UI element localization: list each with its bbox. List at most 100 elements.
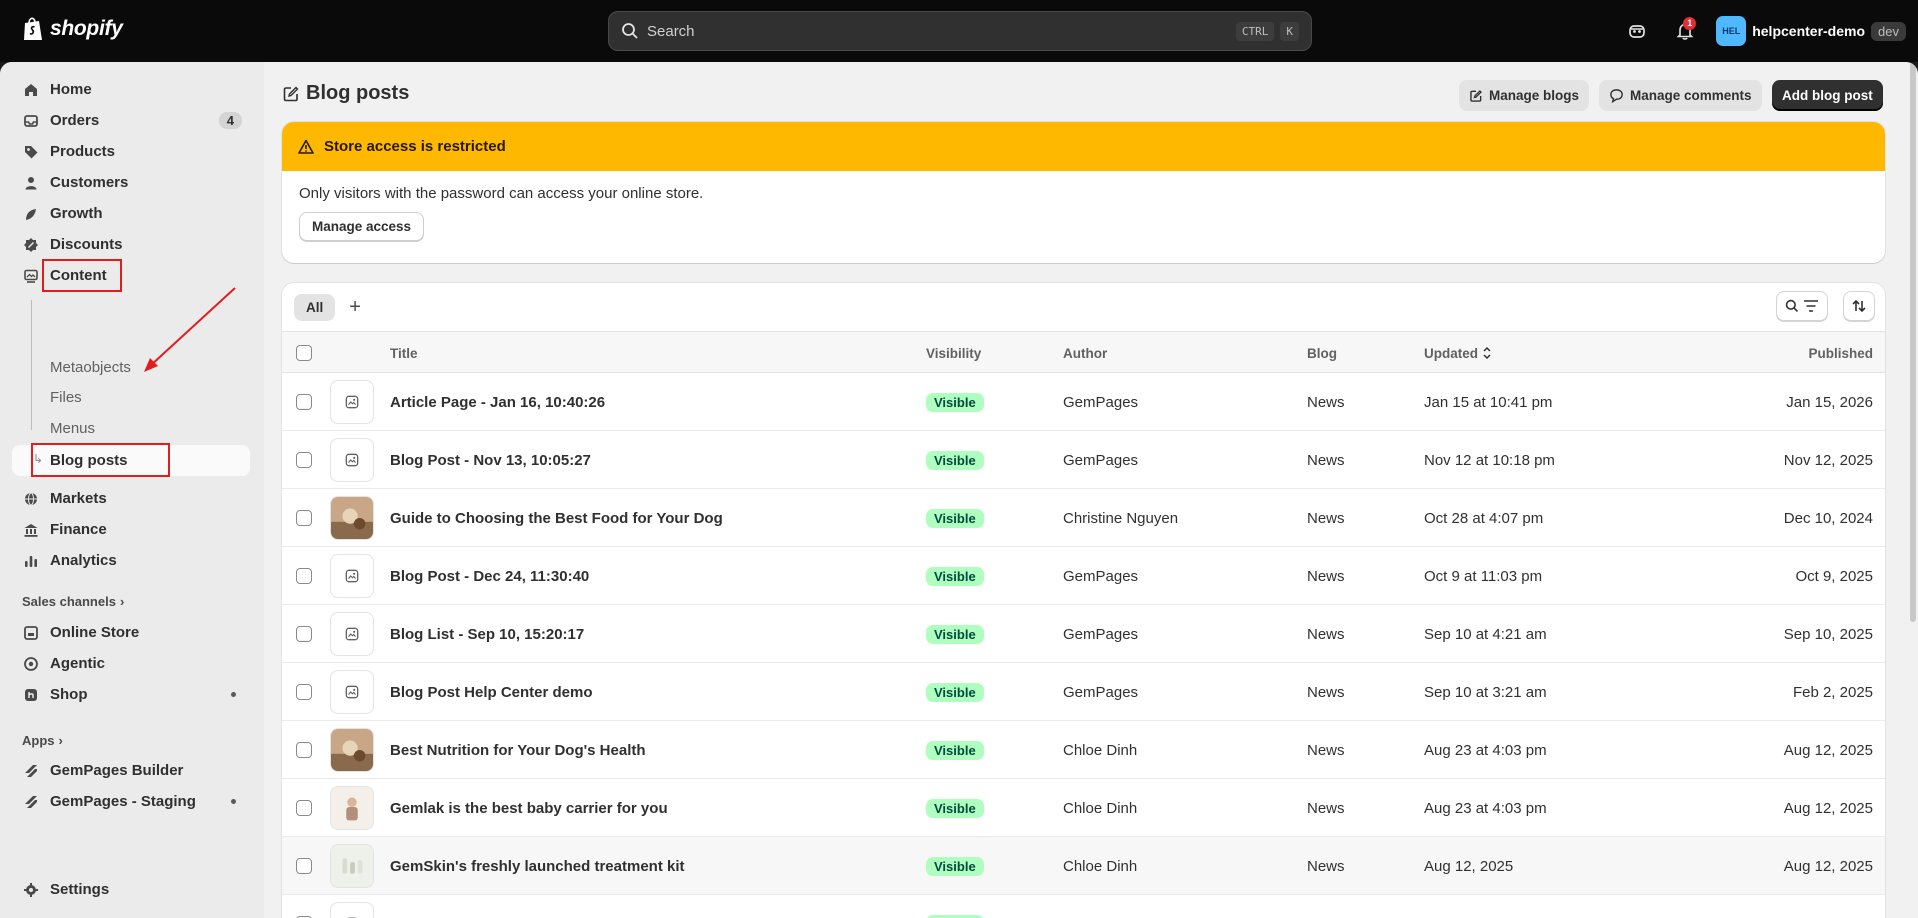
table-row[interactable]: Blog Post Help Center demo Visible GemPa… — [282, 663, 1885, 721]
post-title[interactable]: Blog Post - Dec 24, 11:30:40 — [390, 547, 589, 605]
blog-cell: News — [1307, 393, 1345, 411]
shopify-bag-icon — [24, 17, 42, 40]
row-checkbox[interactable] — [296, 626, 312, 642]
sidebar-subitem-metaobjects[interactable]: Metaobjects — [50, 354, 131, 380]
visibility-badge: Visible — [926, 450, 984, 470]
header-author[interactable]: Author — [1063, 332, 1107, 374]
header-title[interactable]: Title — [390, 332, 418, 374]
updated-cell: Nov 12 at 10:18 pm — [1424, 451, 1555, 469]
author-cell: Chloe Dinh — [1063, 741, 1138, 759]
post-title[interactable]: Article Page - Jan 16, 10:40:26 — [390, 373, 605, 431]
apps-heading[interactable]: Apps › — [22, 733, 63, 748]
sidebar-item-gempages-builder[interactable]: GemPages Builder — [12, 756, 250, 785]
row-checkbox[interactable] — [296, 684, 312, 700]
sort-button[interactable] — [1843, 291, 1875, 321]
sidekick-button[interactable] — [1620, 14, 1654, 48]
row-checkbox[interactable] — [296, 858, 312, 874]
header-updated[interactable]: Updated — [1424, 332, 1492, 374]
row-checkbox[interactable] — [296, 800, 312, 816]
sidebar-item-agentic[interactable]: Agentic — [12, 649, 250, 678]
manage-comments-button[interactable]: Manage comments — [1599, 80, 1762, 111]
row-checkbox[interactable] — [296, 742, 312, 758]
chevron-right-icon: › — [58, 733, 63, 748]
header-blog[interactable]: Blog — [1307, 332, 1337, 374]
row-checkbox[interactable] — [296, 568, 312, 584]
notifications-button[interactable]: 1 — [1668, 14, 1702, 48]
author-cell: Christine Nguyen — [1063, 509, 1179, 527]
thumbnail-cell — [330, 547, 374, 605]
add-view-button[interactable]: + — [349, 296, 361, 319]
sidebar-item-markets[interactable]: Markets — [12, 484, 250, 513]
published-cell: Aug 12, 2025 — [1783, 799, 1873, 817]
visibility-badge: Visible — [926, 798, 984, 818]
manage-access-button[interactable]: Manage access — [299, 212, 425, 241]
sidebar-subitem-menus[interactable]: Menus — [50, 415, 95, 441]
sidebar-item-home[interactable]: Home — [12, 75, 250, 104]
sidebar-item-growth[interactable]: Growth — [12, 199, 250, 228]
header-published[interactable]: Published — [1808, 332, 1873, 374]
thumbnail-cell — [330, 721, 374, 779]
header-visibility[interactable]: Visibility — [926, 332, 981, 374]
blog-cell: News — [1307, 799, 1345, 817]
store-switcher[interactable]: HEL helpcenter-demo dev — [1716, 16, 1906, 46]
table-row[interactable]: Blog Post - Dec 24, 11:30:40 Visible Gem… — [282, 547, 1885, 605]
post-title[interactable]: Blog Post - Nov 13, 10:05:27 — [390, 431, 591, 489]
visibility-badge: Visible — [926, 740, 984, 760]
visibility-badge: Visible — [926, 682, 984, 702]
post-title[interactable]: GemSkin's freshly launched treatment kit — [390, 837, 685, 895]
manage-blogs-button[interactable]: Manage blogs — [1459, 80, 1590, 111]
status-dot — [231, 692, 236, 697]
search-filter-button[interactable] — [1776, 291, 1828, 321]
sidebar-item-customers[interactable]: Customers — [12, 168, 250, 197]
status-dot — [231, 799, 236, 804]
updated-cell: Aug 23 at 4:03 pm — [1424, 799, 1547, 817]
post-title[interactable]: Guide to Choosing the Best Food for Your… — [390, 489, 723, 547]
table-row[interactable]: Gemlak is the best baby carrier for you … — [282, 779, 1885, 837]
table-row[interactable]: Blog List - Sep 10, 15:20:17 Visible Gem… — [282, 605, 1885, 663]
visibility-cell: Visible — [926, 431, 984, 489]
select-all-checkbox[interactable] — [296, 345, 312, 361]
row-checkbox[interactable] — [296, 394, 312, 410]
sidebar-subitem-files[interactable]: Files — [50, 384, 82, 410]
author-cell: Chloe Dinh — [1063, 857, 1138, 875]
post-title[interactable]: Gemlak is the best baby carrier for you — [390, 779, 668, 837]
table-row[interactable]: Visible — [282, 895, 1885, 918]
post-thumbnail — [330, 496, 374, 540]
sidebar-item-gempages-staging[interactable]: GemPages - Staging — [12, 787, 250, 816]
post-title[interactable]: Blog List - Sep 10, 15:20:17 — [390, 605, 584, 663]
row-checkbox[interactable] — [296, 452, 312, 468]
blog-posts-table-card: All + Title Visibility Author Blog Updat… — [282, 283, 1885, 918]
visibility-cell: Visible — [926, 373, 984, 431]
published-cell: Sep 10, 2025 — [1783, 625, 1873, 643]
table-row[interactable]: Best Nutrition for Your Dog's Health Vis… — [282, 721, 1885, 779]
sidebar-item-discounts[interactable]: Discounts — [12, 230, 250, 259]
table-row[interactable]: Blog Post - Nov 13, 10:05:27 Visible Gem… — [282, 431, 1885, 489]
sidebar-item-online-store[interactable]: Online Store — [12, 618, 250, 647]
sidebar-item-settings[interactable]: Settings — [12, 875, 250, 904]
post-title[interactable]: Best Nutrition for Your Dog's Health — [390, 721, 646, 779]
sidebar-item-shop[interactable]: Shop — [12, 680, 250, 709]
sales-channels-heading[interactable]: Sales channels › — [22, 594, 124, 609]
search-bar[interactable]: Search CTRL K — [608, 11, 1312, 51]
post-title[interactable]: Blog Post Help Center demo — [390, 663, 593, 721]
add-blog-post-button[interactable]: Add blog post — [1772, 80, 1883, 111]
edit-icon — [1470, 89, 1482, 102]
author-cell: GemPages — [1063, 683, 1139, 701]
sidebar-item-orders[interactable]: Orders 4 — [12, 106, 250, 135]
page-scrollbar[interactable] — [1910, 62, 1916, 622]
page-title: Blog posts — [282, 82, 409, 105]
table-row[interactable]: GemSkin's freshly launched treatment kit… — [282, 837, 1885, 895]
agentic-icon — [22, 655, 40, 673]
row-checkbox[interactable] — [296, 510, 312, 526]
store-avatar: HEL — [1716, 16, 1747, 46]
sidebar-item-products[interactable]: Products — [12, 137, 250, 166]
visibility-cell: Visible — [926, 837, 984, 895]
bar-chart-icon — [22, 552, 40, 570]
sidebar-item-finance[interactable]: Finance — [12, 515, 250, 544]
shopify-logo[interactable]: shopify — [22, 16, 123, 42]
thumbnail-cell — [330, 837, 374, 895]
table-row[interactable]: Article Page - Jan 16, 10:40:26 Visible … — [282, 373, 1885, 431]
sidebar-item-analytics[interactable]: Analytics — [12, 546, 250, 575]
table-row[interactable]: Guide to Choosing the Best Food for Your… — [282, 489, 1885, 547]
tab-all[interactable]: All — [294, 293, 336, 321]
